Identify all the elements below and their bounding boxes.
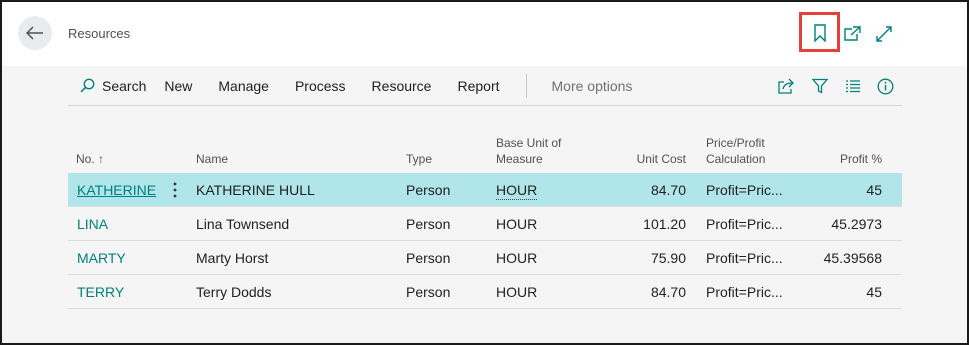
highlight-box <box>799 12 840 52</box>
column-header-unit-cost[interactable]: Unit Cost <box>637 151 686 167</box>
page-header: Resources <box>2 2 967 66</box>
resource-menu[interactable]: Resource <box>359 66 445 106</box>
resource-no-link[interactable]: KATHERINE <box>77 173 156 207</box>
column-header-base-unit[interactable]: Base Unit of <box>496 135 561 151</box>
base-unit: HOUR <box>496 250 538 266</box>
unit-cost: 101.20 <box>643 216 686 232</box>
table-row[interactable]: LINA Lina Townsend Person HOUR 101.20 Pr… <box>68 207 902 241</box>
base-unit: HOUR <box>496 284 538 300</box>
price-profit-calculation: Profit=Pric... <box>706 216 783 232</box>
open-in-new-window-icon <box>844 26 861 41</box>
unit-cost: 84.70 <box>650 284 686 300</box>
unit-cost: 84.70 <box>650 182 686 198</box>
new-button[interactable]: New <box>151 66 205 106</box>
base-unit-field[interactable]: HOUR <box>496 181 538 200</box>
action-divider <box>525 73 527 98</box>
column-header-name[interactable]: Name <box>196 151 228 167</box>
resource-name: KATHERINE HULL <box>196 182 315 198</box>
search-icon <box>80 78 95 93</box>
page-title: Resources <box>68 26 131 41</box>
base-unit: HOUR <box>496 216 538 232</box>
profit-percent: 45.39568 <box>823 250 882 266</box>
resource-type: Person <box>406 284 451 300</box>
column-header-price-profit[interactable]: Price/Profit <box>706 135 765 151</box>
resource-name: Marty Horst <box>196 250 269 266</box>
profit-percent: 45 <box>866 182 882 198</box>
price-profit-calculation: Profit=Pric... <box>706 182 783 198</box>
filter-icon <box>811 78 828 94</box>
column-header-base-unit-line2[interactable]: Measure <box>496 151 543 167</box>
resource-no-link[interactable]: LINA <box>77 207 108 241</box>
window-frame: Resources Search New Manage Process Reso… <box>0 0 969 345</box>
action-bar: Search New Manage Process Resource Repor… <box>68 66 902 106</box>
share-button[interactable] <box>770 66 803 106</box>
info-button[interactable] <box>869 66 902 106</box>
back-button[interactable] <box>18 16 52 50</box>
search-label: Search <box>102 77 147 94</box>
list-page-content: Search New Manage Process Resource Repor… <box>68 66 902 343</box>
resource-name: Terry Dodds <box>196 284 272 300</box>
info-icon <box>877 78 894 94</box>
price-profit-calculation: Profit=Pric... <box>706 284 783 300</box>
list-view-icon <box>845 80 860 93</box>
price-profit-calculation: Profit=Pric... <box>706 250 783 266</box>
base-unit-cell[interactable]: HOUR <box>496 173 538 207</box>
profit-percent: 45 <box>866 284 882 300</box>
column-header-no[interactable]: No. ↑ <box>76 151 104 167</box>
column-header-type[interactable]: Type <box>406 151 432 167</box>
share-icon <box>778 78 794 94</box>
resource-name: Lina Townsend <box>196 216 290 232</box>
table-row[interactable]: TERRY Terry Dodds Person HOUR 84.70 Prof… <box>68 275 902 309</box>
profit-percent: 45.2973 <box>831 216 882 232</box>
row-actions-button[interactable] <box>168 173 182 207</box>
resource-type: Person <box>406 250 451 266</box>
search-button[interactable]: Search <box>68 66 151 106</box>
back-arrow-icon <box>26 26 43 40</box>
resource-no-link[interactable]: MARTY <box>77 241 126 275</box>
expand-icon <box>876 26 892 42</box>
right-actions <box>770 66 902 106</box>
open-in-new-window-button[interactable] <box>839 21 865 47</box>
list-view-button[interactable] <box>836 66 869 106</box>
resource-no-link[interactable]: TERRY <box>77 275 124 309</box>
resource-type: Person <box>406 216 451 232</box>
resource-type: Person <box>406 182 451 198</box>
column-header-profit[interactable]: Profit % <box>840 151 882 167</box>
table-row[interactable]: KATHERINE KATHERINE HULL Person HOUR 84.… <box>68 173 902 207</box>
process-menu[interactable]: Process <box>282 66 359 106</box>
unit-cost: 75.90 <box>650 250 686 266</box>
table-row[interactable]: MARTY Marty Horst Person HOUR 75.90 Prof… <box>68 241 902 275</box>
table-header: No. ↑ Name Type Base Unit of Measure Uni… <box>68 131 902 171</box>
report-menu[interactable]: Report <box>444 66 512 106</box>
more-options-button[interactable]: More options <box>539 66 646 106</box>
manage-menu[interactable]: Manage <box>205 66 282 106</box>
filter-button[interactable] <box>803 66 836 106</box>
more-vertical-icon <box>173 182 177 198</box>
column-header-price-profit-line2[interactable]: Calculation <box>706 151 765 167</box>
expand-button[interactable] <box>871 21 897 47</box>
